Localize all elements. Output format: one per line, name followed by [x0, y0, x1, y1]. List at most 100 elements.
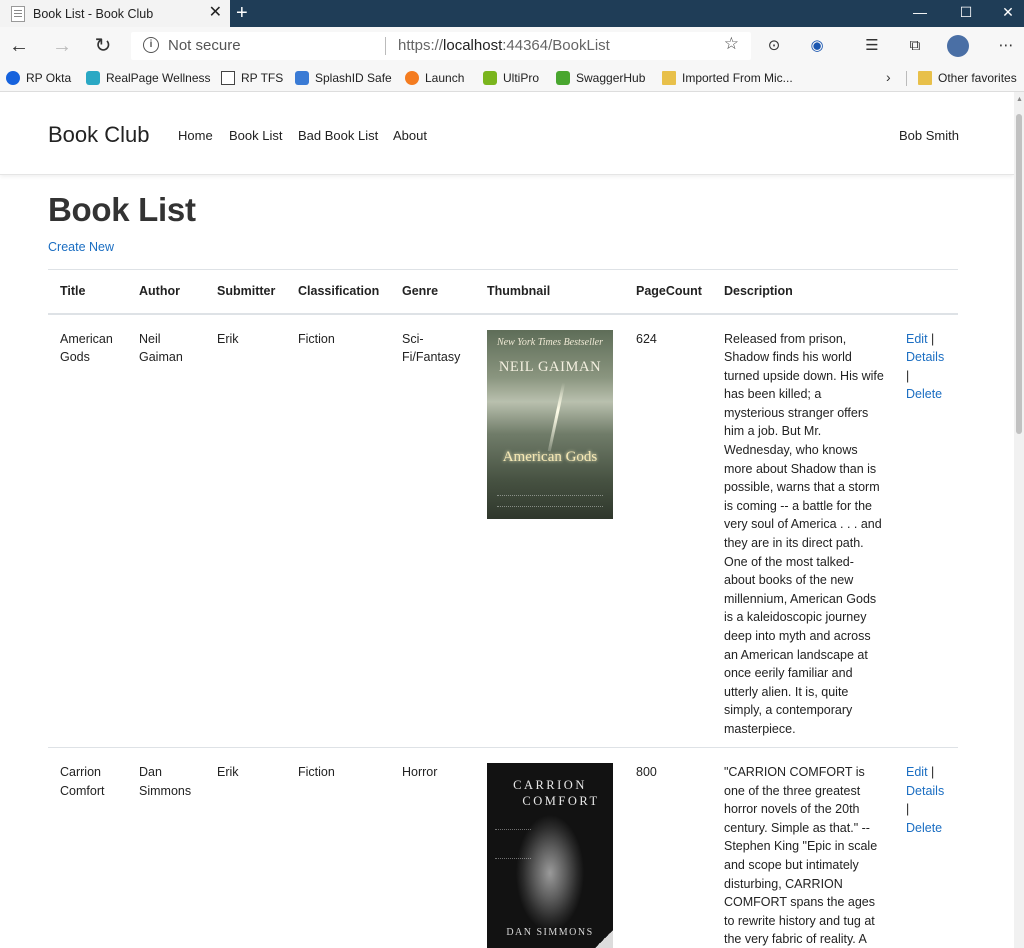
scrollbar-thumb[interactable] [1016, 114, 1022, 434]
nav-book-list[interactable]: Book List [229, 128, 282, 143]
new-tab-icon[interactable]: + [236, 1, 248, 25]
page-title: Book List [48, 191, 196, 228]
browser-titlebar: Book List - Book Club ✕ + — ☐ ✕ [0, 0, 1024, 27]
cover-fine-print [497, 494, 603, 507]
back-arrow-icon[interactable]: ← [4, 27, 34, 65]
action-separator: | [931, 331, 935, 346]
edit-link[interactable]: Edit [906, 332, 928, 346]
cell-submitter: Erik [205, 313, 286, 748]
browser-toolbar: ← → ↻ i Not secure https://localhost:443… [0, 27, 1024, 65]
cell-description: "CARRION COMFORT is one of the three gre… [712, 747, 894, 948]
cell-thumbnail: New York Times Bestseller NEIL GAIMAN Am… [475, 313, 624, 748]
tab-title: Book List - Book Club [33, 6, 154, 21]
more-menu-icon[interactable]: ⋯ [994, 33, 1018, 59]
bookmark-ultipro[interactable]: UltiPro [483, 71, 539, 85]
favorites-list-icon[interactable]: ☰ [860, 33, 884, 59]
create-new-link[interactable]: Create New [48, 240, 114, 254]
bookmarks-bar: RP Okta RealPage Wellness RP TFS SplashI… [0, 65, 1024, 92]
cell-classification: Fiction [286, 747, 390, 948]
folder-icon [662, 71, 676, 85]
column-header-description: Description [712, 269, 894, 315]
reader-icon[interactable]: ⊙ [762, 33, 786, 59]
bookmark-rp-tfs[interactable]: RP TFS [221, 71, 283, 85]
bookmark-other-favorites[interactable]: Other favorites [918, 71, 1017, 85]
book-cover-american-gods: New York Times Bestseller NEIL GAIMAN Am… [487, 329, 613, 519]
bookmark-rp-okta[interactable]: RP Okta [6, 71, 71, 85]
nav-bad-book-list[interactable]: Bad Book List [298, 128, 378, 143]
column-header-actions [894, 269, 958, 315]
collections-icon[interactable]: ⧉ [903, 33, 927, 59]
browser-tab[interactable]: Book List - Book Club ✕ [0, 0, 230, 27]
cell-actions: Edit | Details | Delete [894, 747, 958, 948]
page-scrollbar[interactable]: ▲ [1014, 92, 1024, 948]
cell-actions: Edit | Details | Delete [894, 313, 958, 748]
cover-author: NEIL GAIMAN [498, 358, 602, 375]
delete-link[interactable]: Delete [906, 387, 942, 401]
cell-pagecount: 800 [624, 747, 712, 948]
cell-author: Neil Gaiman [127, 313, 205, 748]
user-name[interactable]: Bob Smith [899, 128, 959, 143]
cover-lightning [547, 381, 566, 452]
action-separator: | [931, 765, 935, 779]
column-header-title: Title [48, 269, 127, 315]
delete-link[interactable]: Delete [906, 821, 942, 835]
favorite-star-icon[interactable]: ☆ [724, 34, 739, 54]
password-manager-icon[interactable]: ◉ [805, 33, 829, 59]
table-row: American Gods Neil Gaiman Erik Fiction S… [48, 313, 958, 748]
splashid-icon [295, 71, 309, 85]
scroll-up-arrow-icon[interactable]: ▲ [1016, 96, 1023, 103]
bookmarks-overflow-chevron-icon[interactable]: › [886, 69, 891, 85]
edit-link[interactable]: Edit [906, 765, 928, 779]
info-icon[interactable]: i [143, 37, 159, 53]
refresh-icon[interactable]: ↻ [88, 27, 118, 65]
cover-fine-print [495, 829, 531, 859]
page-favicon-icon [11, 5, 25, 22]
details-link[interactable]: Details [906, 784, 944, 798]
bookmark-splashid[interactable]: SplashID Safe [295, 71, 392, 85]
wellness-icon [86, 71, 100, 85]
column-header-genre: Genre [390, 269, 475, 315]
maximize-icon[interactable]: ☐ [946, 0, 986, 27]
page-icon [221, 71, 235, 85]
swagger-icon [556, 71, 570, 85]
bookmark-imported-folder[interactable]: Imported From Mic... [662, 71, 793, 85]
ultipro-icon [483, 71, 497, 85]
site-navbar: Book Club Home Book List Bad Book List A… [0, 92, 1014, 175]
cell-thumbnail: CARRION COMFORT DAN SIMMONS [475, 747, 624, 948]
minimize-icon[interactable]: — [900, 0, 940, 27]
column-header-thumbnail: Thumbnail [475, 269, 624, 315]
window-close-icon[interactable]: ✕ [988, 0, 1024, 27]
table-header-row: Title Author Submitter Classification Ge… [48, 269, 958, 315]
cell-title: American Gods [48, 313, 127, 748]
cell-description: Released from prison, Shadow finds his w… [712, 313, 894, 748]
cell-title: Carrion Comfort [48, 747, 127, 948]
cell-classification: Fiction [286, 313, 390, 748]
column-header-submitter: Submitter [205, 269, 286, 315]
profile-avatar[interactable] [947, 35, 969, 57]
cover-page-curl [591, 930, 613, 948]
cell-author: Dan Simmons [127, 747, 205, 948]
cell-pagecount: 624 [624, 313, 712, 748]
action-separator: | [906, 368, 910, 383]
url-text[interactable]: https://localhost:44364/BookList [398, 37, 610, 54]
cover-title: American Gods [502, 448, 598, 465]
column-header-pagecount: PageCount [624, 269, 712, 315]
cover-banner: New York Times Bestseller [496, 336, 604, 348]
tab-close-icon[interactable]: ✕ [209, 3, 222, 23]
nav-about[interactable]: About [393, 128, 427, 143]
forward-arrow-icon[interactable]: → [47, 27, 77, 65]
book-table: Title Author Submitter Classification Ge… [48, 269, 958, 948]
bookmarks-divider [906, 71, 907, 86]
details-link[interactable]: Details [906, 350, 944, 364]
security-label[interactable]: Not secure [168, 37, 241, 54]
site-brand[interactable]: Book Club [48, 122, 150, 148]
okta-icon [6, 71, 20, 85]
address-divider [385, 37, 386, 55]
nav-home[interactable]: Home [178, 128, 213, 143]
bookmark-realpage-wellness[interactable]: RealPage Wellness [86, 71, 211, 85]
address-bar[interactable]: i Not secure https://localhost:44364/Boo… [131, 32, 751, 60]
bookmark-launch[interactable]: Launch [405, 71, 464, 85]
page-viewport: Book Club Home Book List Bad Book List A… [0, 92, 1014, 948]
cell-submitter: Erik [205, 747, 286, 948]
bookmark-swaggerhub[interactable]: SwaggerHub [556, 71, 645, 85]
